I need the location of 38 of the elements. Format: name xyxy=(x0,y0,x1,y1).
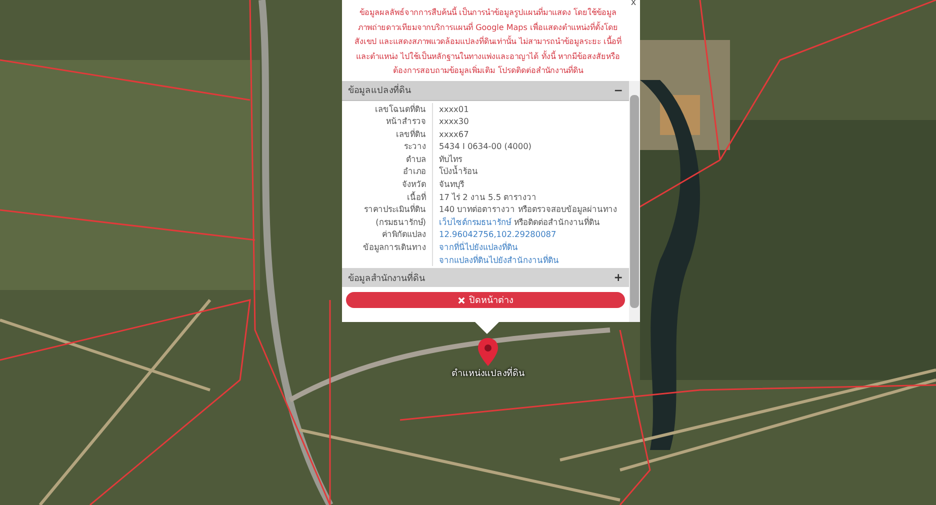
field-label: ตำบล xyxy=(342,152,433,166)
section-title: ข้อมูลแปลงที่ดิน xyxy=(348,83,411,97)
close-icon xyxy=(458,296,465,304)
field-value: 140 บาทต่อตารางวา หรือตรวจสอบข้อมูลผ่านทาง xyxy=(439,204,617,214)
close-button[interactable]: x xyxy=(629,0,638,8)
marker-label: ตำแหน่งแปลงที่ดิน xyxy=(452,366,524,380)
field-value: xxxx30 xyxy=(439,116,469,126)
field-label: ระวาง xyxy=(342,140,433,153)
field-label: เลขที่ดิน xyxy=(342,128,433,140)
field-label: อำเภอ xyxy=(342,165,433,178)
field-value: 5434 I 0634-00 (4000) xyxy=(439,141,532,152)
map-pin-icon xyxy=(478,338,498,366)
field-value: หรือติดต่อสำนักงานที่ดิน xyxy=(514,216,600,227)
field-label: เนื้อที่ xyxy=(342,190,433,204)
field-label: ข้อมูลการเดินทาง xyxy=(342,241,433,266)
field-label: ค่าพิกัดแปลง xyxy=(342,228,433,242)
field-value: 17 ไร่ 2 งาน 5.5 ตารางวา xyxy=(439,192,537,202)
value-link[interactable]: 12.96042756,102.29280087 xyxy=(439,229,556,240)
disclaimer-text: ข้อมูลผลลัพธ์จากการสืบค้นนี้ เป็นการนำข้อมูลรูปแผนที่มาแสดง โดยใช้ข้อมูลภาพถ่ายดาวเทียมจากบริการแผนที่ Google Maps เพื่อแสดงตำแหน่งที่ตั้งโดยสังเขป และแสดงสภาพแวดล้อมแปลงที่ดินเท่านั้น ไม่สามารถนำข้อมูลระยะ เนื้อที่ และตำแหน่ง ไปใช้เป็นหลักฐานในทางแพ่งและอาญาได้ ทั้งนี้ หากมีข้อสงสัยหรือต้องการสอบถามข้อมูลเพิ่มเติม โปรดติดต่อสำนักงานที่ดิน xyxy=(354,6,622,78)
field-value: xxxx67 xyxy=(439,128,469,139)
value-link[interactable]: เว็บไซต์กรมธนารักษ์ xyxy=(439,216,511,227)
section-title: ข้อมูลสำนักงานที่ดิน xyxy=(348,270,425,285)
field-value: xxxx01 xyxy=(439,104,469,114)
section-toggle: − xyxy=(614,84,623,96)
field-label: เลขโฉนดที่ดิน xyxy=(342,102,433,116)
value-link[interactable]: จากที่นี่ไปยังแปลงที่ดิน xyxy=(439,242,518,252)
field-label: ราคาประเมินที่ดิน (กรมธนารักษ์) xyxy=(342,203,433,228)
field-label: หน้าสำรวจ xyxy=(342,115,433,128)
section-header[interactable]: ข้อมูลสำนักงานที่ดิน + xyxy=(342,268,629,288)
field-value: โป่งน้ำร้อน xyxy=(439,166,478,176)
field-label: จังหวัด xyxy=(342,178,433,191)
close-window-button[interactable]: ปิดหน้าต่าง xyxy=(346,292,625,308)
section-header[interactable]: ข้อมูลแปลงที่ดิน − xyxy=(342,80,629,100)
section-toggle: + xyxy=(614,271,623,284)
field-value: จันทบุรี xyxy=(439,179,464,190)
field-value: ทับไทร xyxy=(439,154,462,164)
scrollbar[interactable] xyxy=(629,80,640,322)
value-link[interactable]: จากแปลงที่ดินไปยังสำนักงานที่ดิน xyxy=(439,254,559,265)
